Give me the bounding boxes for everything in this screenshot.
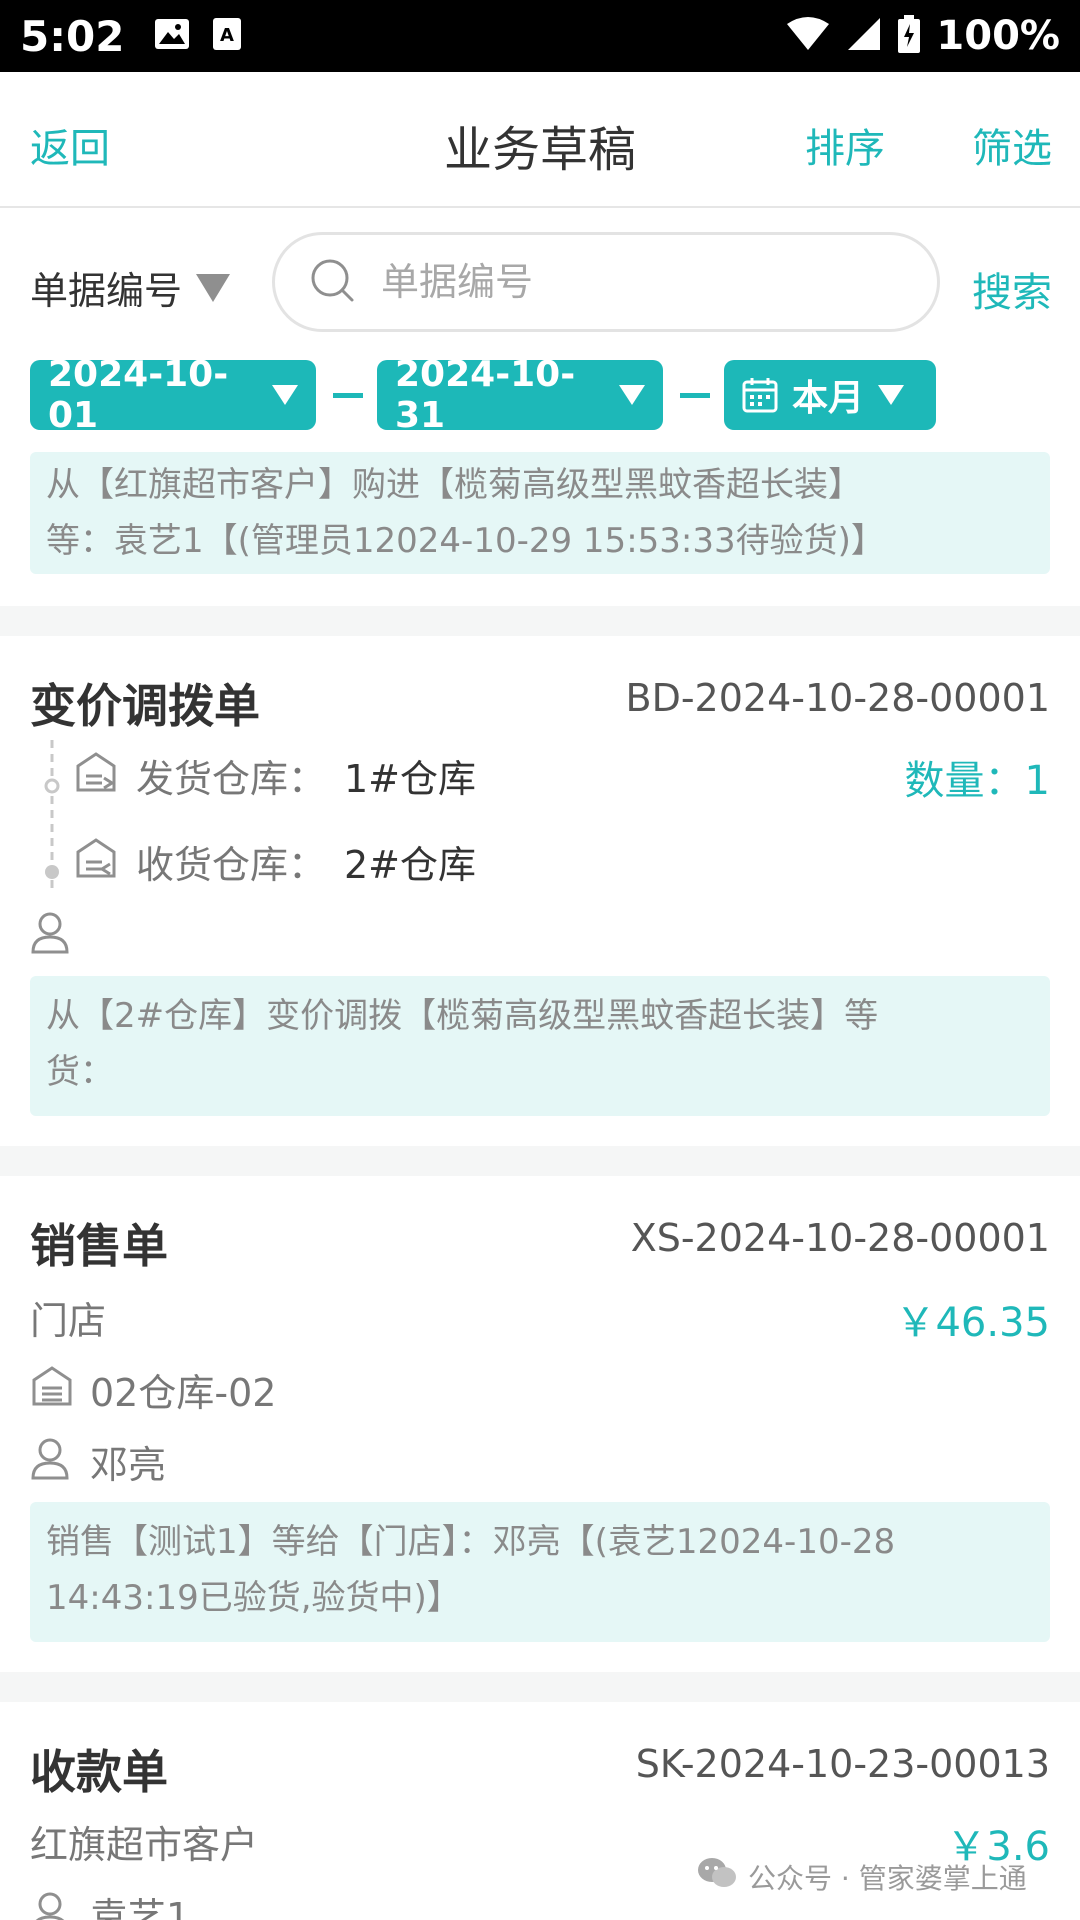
card-title: 变价调拨单 xyxy=(30,679,260,733)
note-line: 货： xyxy=(46,1052,114,1092)
status-bar: 5:02 A 100% xyxy=(0,0,1080,72)
card-gap xyxy=(0,1672,1080,1702)
from-warehouse-label: 发货仓库： xyxy=(136,757,327,801)
end-date-picker[interactable]: 2024-10-31 xyxy=(377,354,663,436)
back-button[interactable]: 返回 xyxy=(30,116,110,174)
app-notification-icon: A xyxy=(212,17,242,55)
to-warehouse-label: 收货仓库： xyxy=(136,843,327,887)
person-icon xyxy=(30,1890,70,1920)
search-button[interactable]: 搜索 xyxy=(972,260,1052,318)
warehouse-icon xyxy=(74,836,118,884)
triangle-down-icon xyxy=(619,385,645,405)
sales-card[interactable]: 销售单 XS-2024-10-28-00001 门店 ￥46.35 02仓库-0… xyxy=(0,1176,1080,1676)
battery-percent: 100% xyxy=(936,13,1060,59)
period-picker[interactable]: 本月 xyxy=(724,360,936,430)
card-number: SK-2024-10-23-00013 xyxy=(635,1742,1050,1786)
person-name: 邓亮 xyxy=(90,1443,167,1487)
warehouse-icon xyxy=(30,1364,74,1412)
signal-icon xyxy=(846,16,882,56)
warehouse-icon xyxy=(74,750,118,798)
note-line: 从【红旗超市客户】购进【榄菊高级型黑蚊香超长装】 xyxy=(46,465,862,505)
card-gap xyxy=(0,1146,1080,1176)
card-title: 销售单 xyxy=(30,1219,168,1273)
card-title: 收款单 xyxy=(30,1745,168,1799)
card-number: BD-2024-10-28-00001 xyxy=(625,676,1050,720)
warehouse-name: 02仓库-02 xyxy=(90,1371,277,1415)
page-title: 业务草稿 xyxy=(443,122,636,178)
person-name: 袁艺1 xyxy=(90,1895,191,1920)
sort-button[interactable]: 排序 xyxy=(805,116,885,174)
triangle-down-icon xyxy=(878,385,905,405)
search-box[interactable] xyxy=(272,232,940,332)
start-date: 2024-10-01 xyxy=(48,354,229,436)
date-separator xyxy=(333,393,363,398)
card-note: 从【2#仓库】变价调拨【榄菊高级型黑蚊香超长装】等 货： xyxy=(30,976,1050,1116)
route-line-icon xyxy=(38,740,68,894)
card-gap xyxy=(0,606,1080,636)
from-warehouse-value: 1#仓库 xyxy=(344,757,477,801)
search-row: 单据编号 搜索 xyxy=(0,208,1080,348)
filter-button[interactable]: 筛选 xyxy=(972,116,1052,174)
note-line: 从【2#仓库】变价调拨【榄菊高级型黑蚊香超长装】等 xyxy=(46,996,879,1036)
to-warehouse-value: 2#仓库 xyxy=(344,843,477,887)
image-notification-icon xyxy=(154,18,190,54)
transfer-card[interactable]: 变价调拨单 BD-2024-10-28-00001 发货仓库： 1#仓库 数量：… xyxy=(0,636,1080,1146)
page: 5:02 A 100% 业务草稿 返回 排序 筛选 单据编号 单据编号 搜索 2… xyxy=(0,0,1080,1920)
battery-icon xyxy=(898,15,921,57)
customer-name: 红旗超市客户 xyxy=(30,1823,259,1867)
card-number: XS-2024-10-28-00001 xyxy=(630,1216,1050,1260)
amount: ￥46.35 xyxy=(895,1300,1050,1346)
start-date-picker[interactable]: 2024-10-01 xyxy=(30,354,316,436)
end-date: 2024-10-31 xyxy=(395,354,576,436)
svg-text:A: A xyxy=(221,25,235,46)
nav-bar: 业务草稿 返回 排序 筛选 xyxy=(0,72,1080,208)
person-icon xyxy=(30,910,70,958)
watermark: 公众号 · 管家婆掌上通 xyxy=(696,1856,1027,1897)
search-field-label: 单据编号 xyxy=(30,269,183,313)
wifi-icon xyxy=(786,16,830,56)
date-range-row: 2024-10-01 2024-10-31 本月 xyxy=(0,354,1080,436)
card-note: 销售【测试1】等给【门店】：邓亮【(袁艺12024-10-28 14:43:19… xyxy=(30,1502,1050,1642)
note-line: 14:43:19已验货,验货中)】 xyxy=(46,1578,461,1618)
search-icon xyxy=(309,257,355,307)
watermark-text: 公众号 · 管家婆掌上通 xyxy=(748,1861,1027,1895)
date-separator xyxy=(680,393,710,398)
note-line: 等：袁艺1【(管理员12024-10-29 15:53:33待验货)】 xyxy=(46,521,885,561)
wechat-icon xyxy=(696,1856,738,1897)
period-label: 本月 xyxy=(792,378,865,419)
customer-name: 门店 xyxy=(30,1299,107,1343)
quantity: 数量：1 xyxy=(904,758,1050,804)
note-line: 销售【测试1】等给【门店】：邓亮【(袁艺12024-10-28 xyxy=(46,1522,896,1562)
status-right: 100% xyxy=(786,13,1060,59)
search-input[interactable] xyxy=(381,260,901,304)
status-time: 5:02 xyxy=(20,11,125,61)
person-icon xyxy=(30,1436,70,1484)
search-field-select[interactable]: 单据编号 xyxy=(30,260,231,315)
triangle-down-icon xyxy=(272,385,298,405)
calendar-icon xyxy=(742,377,778,413)
partial-card-note[interactable]: 从【红旗超市客户】购进【榄菊高级型黑蚊香超长装】 等：袁艺1【(管理员12024… xyxy=(30,452,1050,574)
triangle-down-icon xyxy=(196,273,231,302)
